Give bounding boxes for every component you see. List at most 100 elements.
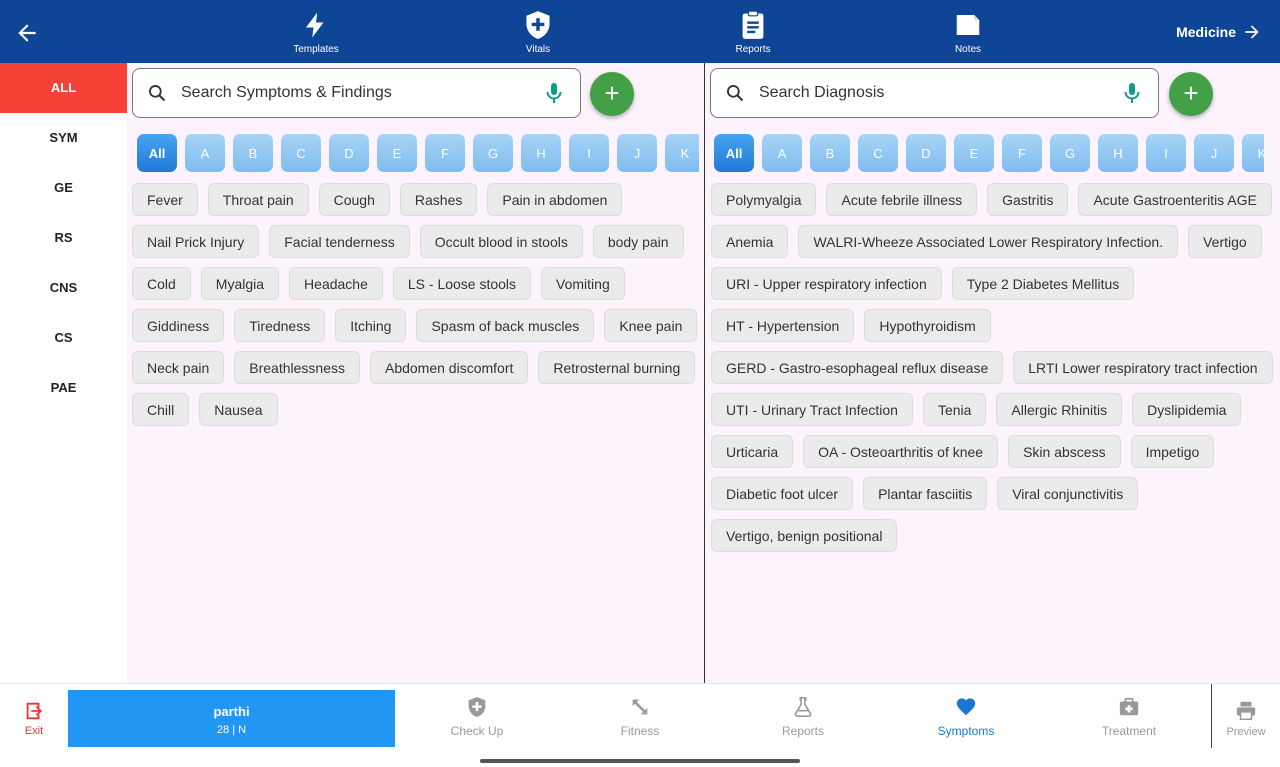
symptom-chip[interactable]: Cold [132,267,191,300]
notes-button[interactable]: Notes [923,10,1013,55]
alpha-filter-i[interactable]: I [1146,134,1186,172]
diagnosis-chip[interactable]: Vertigo, benign positional [711,519,898,552]
vitals-button[interactable]: Vitals [493,10,583,55]
nav-symptoms[interactable]: Symptoms [916,696,1016,738]
alpha-filter-k[interactable]: K [1242,134,1264,172]
diagnosis-search-input[interactable] [759,84,1120,102]
diagnosis-chip[interactable]: HT - Hypertension [711,309,855,342]
diagnosis-chip[interactable]: Hypothyroidism [864,309,991,342]
reports-top-button[interactable]: Reports [708,10,798,55]
alpha-filter-all[interactable]: All [137,134,177,172]
diagnosis-chip[interactable]: Viral conjunctivitis [997,477,1139,510]
diagnosis-chip[interactable]: Tenia [922,393,987,426]
symptom-chip[interactable]: Spasm of back muscles [416,309,595,342]
sidebar-item-cs[interactable]: CS [0,313,127,363]
sidebar-item-all[interactable]: ALL [0,63,127,113]
nav-treatment[interactable]: Treatment [1079,696,1179,738]
diagnosis-chip[interactable]: UTI - Urinary Tract Infection [711,393,913,426]
symptom-chip[interactable]: Retrosternal burning [538,351,696,384]
symptom-chip[interactable]: Knee pain [604,309,698,342]
alpha-filter-h[interactable]: H [1098,134,1138,172]
alpha-filter-j[interactable]: J [617,134,657,172]
alpha-filter-e[interactable]: E [377,134,417,172]
diagnosis-chip[interactable]: Anemia [711,225,789,258]
nav-reports[interactable]: Reports [753,696,853,738]
diagnosis-chip[interactable]: OA - Osteoarthritis of knee [803,435,999,468]
add-symptom-button[interactable]: + [590,72,634,116]
symptom-chip[interactable]: Pain in abdomen [487,183,623,216]
diagnosis-chip[interactable]: LRTI Lower respiratory tract infection [1013,351,1273,384]
alpha-filter-a[interactable]: A [185,134,225,172]
nav-check-up[interactable]: Check Up [427,696,527,738]
symptoms-search-input[interactable] [181,84,542,102]
symptom-chip[interactable]: LS - Loose stools [392,267,532,300]
alpha-filter-c[interactable]: C [281,134,321,172]
diagnosis-chip[interactable]: GERD - Gastro-esophageal reflux disease [711,351,1004,384]
sidebar-item-ge[interactable]: GE [0,163,127,213]
diagnosis-chip[interactable]: Dyslipidemia [1132,393,1242,426]
alpha-filter-d[interactable]: D [906,134,946,172]
sidebar-item-rs[interactable]: RS [0,213,127,263]
symptom-chip[interactable]: Occult blood in stools [419,225,583,258]
patient-card[interactable]: parthi 28 | N [68,690,395,747]
symptom-chip[interactable]: Nail Prick Injury [132,225,260,258]
diagnosis-chip[interactable]: Impetigo [1130,435,1215,468]
sidebar-item-pae[interactable]: PAE [0,363,127,413]
microphone-icon[interactable] [1120,81,1144,105]
alpha-filter-i[interactable]: I [569,134,609,172]
sidebar-item-cns[interactable]: CNS [0,263,127,313]
alpha-filter-j[interactable]: J [1194,134,1234,172]
diagnosis-chip[interactable]: Skin abscess [1008,435,1121,468]
symptom-chip[interactable]: Chill [132,393,190,426]
symptom-chip[interactable]: Myalgia [200,267,280,300]
symptom-chip[interactable]: Tiredness [234,309,326,342]
nav-fitness[interactable]: Fitness [590,696,690,738]
diagnosis-chip[interactable]: Polymyalgia [711,183,817,216]
diagnosis-chip[interactable]: Gastritis [987,183,1069,216]
alpha-filter-f[interactable]: F [1002,134,1042,172]
diagnosis-chip[interactable]: Allergic Rhinitis [996,393,1123,426]
symptom-chip[interactable]: Facial tenderness [269,225,410,258]
templates-button[interactable]: Templates [271,10,361,55]
diagnosis-chip[interactable]: Plantar fasciitis [863,477,988,510]
alpha-filter-g[interactable]: G [473,134,513,172]
symptom-chip[interactable]: Itching [335,309,407,342]
medicine-next-button[interactable]: Medicine [1176,22,1262,42]
microphone-icon[interactable] [542,81,566,105]
symptom-chip[interactable]: Cough [318,183,390,216]
symptom-chip[interactable]: Throat pain [207,183,309,216]
diagnosis-chip[interactable]: WALRI-Wheeze Associated Lower Respirator… [798,225,1179,258]
alpha-filter-g[interactable]: G [1050,134,1090,172]
diagnosis-chip[interactable]: Urticaria [711,435,794,468]
symptom-chip[interactable]: Vomiting [541,267,625,300]
alpha-filter-e[interactable]: E [954,134,994,172]
alpha-filter-b[interactable]: B [233,134,273,172]
alpha-filter-all[interactable]: All [714,134,754,172]
symptom-chip[interactable]: Nausea [199,393,278,426]
alpha-filter-f[interactable]: F [425,134,465,172]
symptom-chip[interactable]: Rashes [399,183,478,216]
diagnosis-chip[interactable]: Acute Gastroenteritis AGE [1078,183,1272,216]
symptom-chip[interactable]: Headache [289,267,383,300]
preview-button[interactable]: Preview [1211,684,1280,748]
diagnosis-chip[interactable]: Type 2 Diabetes Mellitus [951,267,1135,300]
alpha-filter-c[interactable]: C [858,134,898,172]
symptom-chip[interactable]: Fever [132,183,198,216]
alpha-filter-a[interactable]: A [762,134,802,172]
sidebar-item-sym[interactable]: SYM [0,113,127,163]
exit-button[interactable]: Exit [14,700,54,737]
diagnosis-chip[interactable]: Vertigo [1188,225,1262,258]
symptom-chip[interactable]: body pain [592,225,684,258]
diagnosis-chip[interactable]: Diabetic foot ulcer [711,477,854,510]
alpha-filter-b[interactable]: B [810,134,850,172]
alpha-filter-d[interactable]: D [329,134,369,172]
symptom-chip[interactable]: Abdomen discomfort [369,351,529,384]
symptom-chip[interactable]: Neck pain [132,351,225,384]
diagnosis-chip[interactable]: Acute febrile illness [826,183,978,216]
symptom-chip[interactable]: Breathlessness [234,351,360,384]
add-diagnosis-button[interactable]: + [1169,72,1213,116]
alpha-filter-k[interactable]: K [665,134,699,172]
diagnosis-chip[interactable]: URI - Upper respiratory infection [711,267,942,300]
alpha-filter-h[interactable]: H [521,134,561,172]
symptom-chip[interactable]: Giddiness [132,309,225,342]
